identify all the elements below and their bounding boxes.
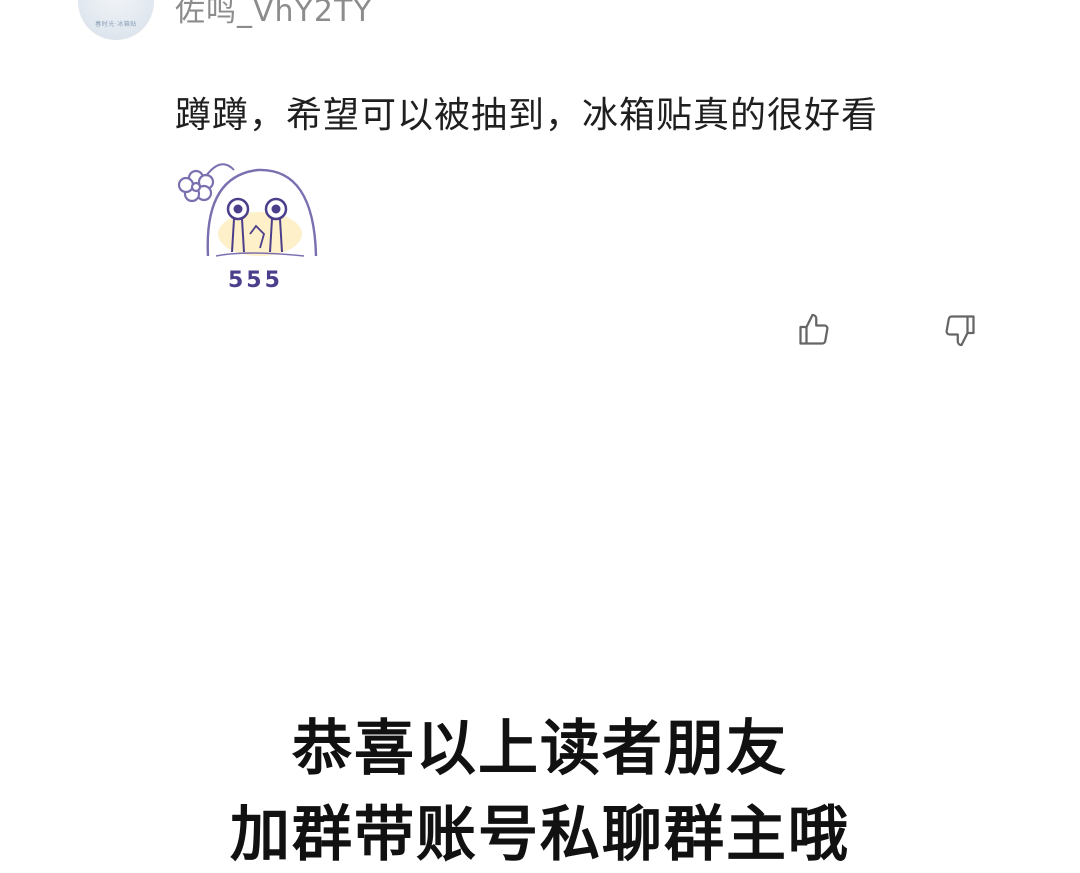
sticker-label: 555 [228, 268, 283, 293]
like-button[interactable] [794, 310, 834, 350]
sticker-graphic: 555 [177, 163, 318, 293]
avatar[interactable]: 春时光·冰箱贴 [78, 0, 154, 40]
overlay-caption-line-2: 加群带账号私聊群主哦 [230, 800, 850, 870]
flower-icon [177, 169, 215, 203]
dislike-button[interactable] [940, 310, 980, 350]
thumbs-up-icon [799, 313, 829, 345]
overlay-caption-line-1: 恭喜以上读者朋友 [292, 714, 788, 784]
crying-ghost-sticker: 555 [176, 156, 326, 296]
comment-text: 蹲蹲，希望可以被抽到，冰箱贴真的很好看 [175, 95, 879, 136]
avatar-caption: 春时光·冰箱贴 [95, 21, 137, 28]
comment-username[interactable]: 佐鸣_VhY2TY [175, 0, 373, 30]
thumbs-down-icon [945, 315, 975, 347]
